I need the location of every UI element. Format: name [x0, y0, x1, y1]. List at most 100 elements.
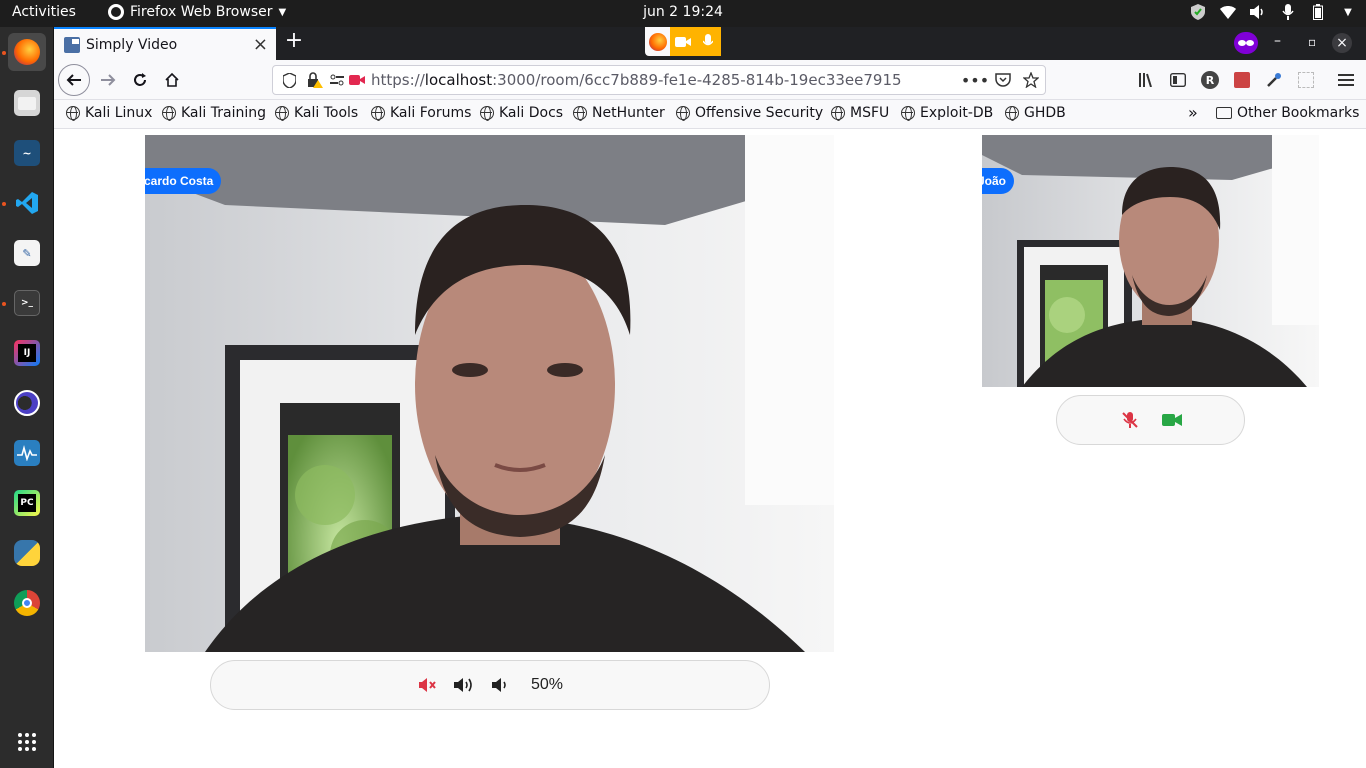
volume-down-icon	[491, 678, 506, 692]
dock-chrome[interactable]	[8, 584, 46, 622]
microphone-icon[interactable]	[695, 27, 721, 56]
dock-files[interactable]	[8, 84, 46, 122]
battery-icon[interactable]	[1310, 3, 1326, 21]
extension-icon[interactable]	[1296, 70, 1316, 90]
toggle-camera-button[interactable]	[1161, 409, 1183, 431]
dock-eclipse[interactable]	[8, 384, 46, 422]
video-frame	[145, 135, 834, 652]
bookmark-kali-docs[interactable]: Kali Docs	[480, 105, 563, 121]
globe-icon	[66, 106, 80, 121]
hamburger-menu-icon[interactable]	[1336, 70, 1356, 90]
camera-icon[interactable]	[670, 27, 696, 56]
volume-level: 50%	[530, 676, 564, 693]
main-video[interactable]: Ricardo Costa	[145, 135, 834, 652]
running-indicator	[2, 202, 6, 206]
folder-icon	[14, 90, 40, 116]
video-room-page: Ricardo Costa João	[54, 129, 1366, 768]
volume-down-button[interactable]	[489, 674, 511, 696]
globe-icon	[901, 106, 915, 121]
chrome-icon	[14, 590, 40, 616]
clock[interactable]: jun 2 19:24	[0, 4, 1366, 20]
more-bookmarks-chevron-icon[interactable]: »	[1188, 103, 1198, 122]
minimize-button[interactable]: –	[1274, 33, 1281, 49]
eclipse-icon	[14, 390, 40, 416]
tracking-protection-icon[interactable]	[281, 72, 297, 88]
cors-extension-icon[interactable]	[1232, 70, 1252, 90]
back-button[interactable]	[58, 64, 90, 96]
bookmark-nethunter[interactable]: NetHunter	[573, 105, 665, 121]
local-video[interactable]: João	[982, 135, 1319, 387]
url-bar[interactable]: https://localhost:3000/room/6cc7b889-fe1…	[272, 65, 1046, 95]
dock-intellij[interactable]: IJ	[8, 334, 46, 372]
firefox-icon	[14, 39, 40, 65]
star-icon[interactable]	[1023, 72, 1039, 88]
participant-name-badge: Ricardo Costa	[145, 168, 222, 194]
wifi-icon[interactable]	[1220, 3, 1236, 21]
pocket-icon[interactable]	[995, 72, 1011, 88]
dock-python[interactable]	[8, 534, 46, 572]
bookmarks-toolbar: Kali Linux Kali Training Kali Tools Kali…	[54, 100, 1366, 129]
dock-text-editor[interactable]: ✎	[8, 234, 46, 272]
lock-warning-icon[interactable]	[307, 72, 323, 88]
tab-simply-video[interactable]: Simply Video ×	[54, 27, 276, 60]
tab-bar: Simply Video × + – ▫ ×	[54, 27, 1366, 60]
microphone-icon[interactable]	[1280, 3, 1296, 21]
chevron-down-icon[interactable]: ▼	[1340, 3, 1356, 21]
camera-sharing-icon[interactable]	[349, 72, 365, 88]
permissions-icon[interactable]	[329, 72, 345, 88]
show-applications-button[interactable]	[8, 723, 46, 761]
speaker-muted-icon	[418, 678, 436, 692]
grid-icon	[18, 733, 36, 751]
dock-vscode[interactable]	[8, 184, 46, 222]
home-button[interactable]	[158, 66, 186, 94]
sharing-indicator[interactable]	[645, 27, 721, 56]
color-picker-icon[interactable]	[1264, 70, 1284, 90]
globe-icon	[371, 106, 385, 121]
bookmark-kali-training[interactable]: Kali Training	[162, 105, 266, 121]
pycharm-icon: PC	[14, 490, 40, 516]
microphone-slash-icon	[1121, 412, 1138, 428]
bookmark-kali-tools[interactable]: Kali Tools	[275, 105, 358, 121]
dock-firefox[interactable]	[8, 33, 46, 71]
bookmark-msfu[interactable]: MSFU	[831, 105, 889, 121]
volume-up-button[interactable]	[453, 674, 475, 696]
mute-speaker-button[interactable]	[417, 674, 439, 696]
participant-name-badge: João	[982, 168, 1015, 194]
arrow-right-icon	[101, 74, 116, 86]
system-tray[interactable]: ▼	[1190, 3, 1356, 21]
library-icon[interactable]	[1136, 70, 1156, 90]
account-avatar[interactable]: R	[1200, 70, 1220, 90]
bookmark-kali-linux[interactable]: Kali Linux	[66, 105, 152, 121]
reload-button[interactable]	[126, 66, 154, 94]
favicon-icon	[64, 36, 80, 53]
navigation-toolbar: https://localhost:3000/room/6cc7b889-fe1…	[54, 60, 1366, 100]
shield-icon[interactable]	[1190, 3, 1206, 21]
dock-system-monitor[interactable]	[8, 434, 46, 472]
dock-pycharm[interactable]: PC	[8, 484, 46, 522]
sidebar-icon[interactable]	[1168, 70, 1188, 90]
other-bookmarks-folder[interactable]: Other Bookmarks	[1216, 105, 1359, 121]
bookmark-kali-forums[interactable]: Kali Forums	[371, 105, 471, 121]
globe-icon	[831, 106, 845, 121]
system-monitor-icon	[14, 440, 40, 466]
close-icon[interactable]: ×	[253, 34, 268, 55]
private-browsing-icon	[1234, 32, 1258, 54]
dock: ~ ✎ >_ IJ PC	[0, 27, 54, 768]
forward-button[interactable]	[94, 66, 122, 94]
maximize-button[interactable]: ▫	[1308, 35, 1316, 49]
python-icon	[14, 540, 40, 566]
new-tab-button[interactable]: +	[284, 28, 304, 53]
folder-icon	[1216, 107, 1232, 119]
close-window-button[interactable]: ×	[1332, 33, 1352, 53]
dock-mysql-workbench[interactable]: ~	[8, 134, 46, 172]
firefox-icon	[645, 27, 670, 56]
volume-icon[interactable]	[1250, 3, 1266, 21]
dolphin-icon: ~	[14, 140, 40, 166]
toggle-microphone-button[interactable]	[1119, 409, 1141, 431]
bookmark-exploit-db[interactable]: Exploit-DB	[901, 105, 993, 121]
arrow-left-icon	[66, 74, 81, 86]
bookmark-ghdb[interactable]: GHDB	[1005, 105, 1066, 121]
bookmark-offensive-security[interactable]: Offensive Security	[676, 105, 823, 121]
dock-terminal[interactable]: >_	[8, 284, 46, 322]
page-actions-icon[interactable]: •••	[961, 71, 989, 90]
